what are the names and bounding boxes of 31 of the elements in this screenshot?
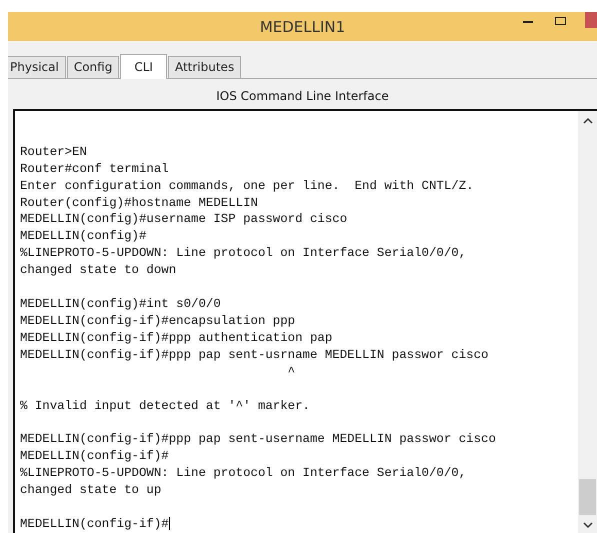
maximize-icon[interactable] bbox=[553, 16, 567, 26]
terminal-line: MEDELLIN(config)#username ISP password cisco bbox=[20, 211, 348, 228]
scroll-down-icon[interactable] bbox=[582, 521, 592, 529]
terminal-line: MEDELLIN(config-if)# bbox=[20, 448, 170, 466]
terminal-line: MEDELLIN(config-if)#encapsulation ppp bbox=[20, 312, 296, 330]
terminal-line: Enter configuration commands, one per line. End with CNTL/Z. bbox=[20, 178, 475, 194]
tab[interactable]: Config bbox=[66, 56, 120, 78]
terminal-line: changed state to down bbox=[20, 262, 178, 280]
tab[interactable]: CLI bbox=[120, 54, 167, 79]
terminal-line: Router>EN bbox=[20, 144, 88, 161]
terminal-line: MEDELLIN(config-if)#ppp authentication pap bbox=[20, 330, 334, 347]
tab[interactable]: Physical bbox=[8, 56, 66, 78]
terminal-line: changed state to up bbox=[20, 482, 162, 500]
terminal-line: MEDELLIN(config)#int s0/0/0 bbox=[20, 296, 222, 313]
text-cursor bbox=[168, 517, 170, 530]
terminal-line: Router(config)#hostname MEDELLIN bbox=[20, 194, 259, 212]
terminal-line: %LINEPROTO-5-UPDOWN: Line protocol on Interface Serial0/0/0, bbox=[20, 465, 468, 482]
tab[interactable]: Attributes bbox=[168, 56, 242, 78]
terminal-line: % Invalid input detected at '^' marker. bbox=[20, 398, 311, 414]
terminal-line: MEDELLIN(config)# bbox=[20, 228, 148, 246]
panel-title: IOS Command Line Interface bbox=[215, 88, 390, 105]
terminal-line: MEDELLIN(config-if)#ppp pap sent-usrname MEDELLIN passwor cisco bbox=[20, 346, 490, 364]
terminal-line: MEDELLIN(config-if)#ppp pap sent-username MEDELLIN passwor cisco bbox=[20, 431, 497, 448]
scrollbar[interactable] bbox=[578, 111, 597, 533]
terminal-line: %LINEPROTO-5-UPDOWN: Line protocol on Interface Serial0/0/0, bbox=[20, 245, 468, 262]
scroll-up-icon[interactable] bbox=[582, 117, 592, 125]
window-title: MEDELLIN1 bbox=[260, 18, 346, 36]
scrollbar-thumb[interactable] bbox=[579, 479, 596, 515]
terminal-line: Router#conf terminal bbox=[20, 160, 170, 178]
terminal-line: ^ bbox=[286, 364, 296, 381]
terminal-line: MEDELLIN(config-if)# bbox=[20, 516, 171, 533]
